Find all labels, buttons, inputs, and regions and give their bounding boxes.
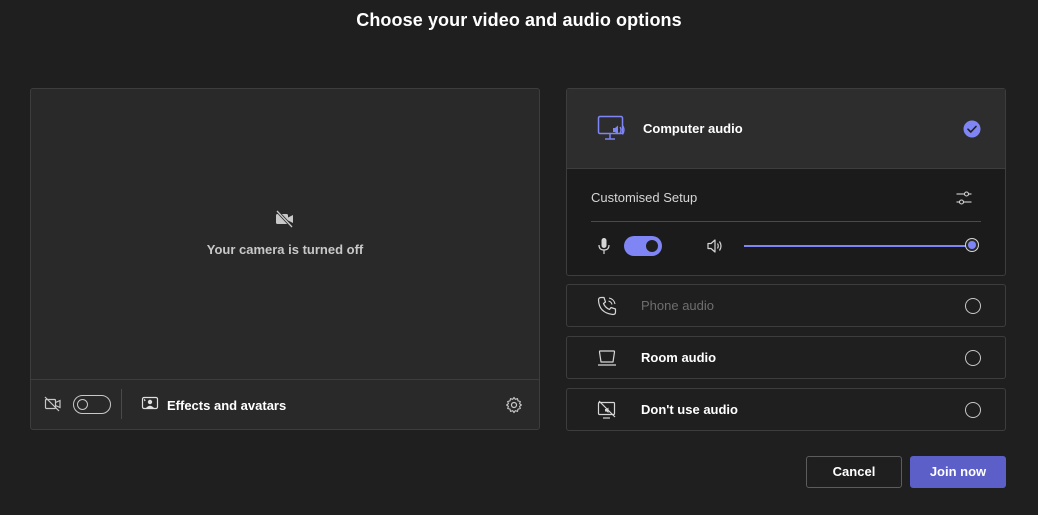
microphone-icon bbox=[597, 237, 611, 260]
video-preview: Your camera is turned off Effects and av… bbox=[30, 88, 540, 430]
page-title: Choose your video and audio options bbox=[356, 10, 682, 30]
phone-audio-label: Phone audio bbox=[641, 298, 715, 313]
microphone-toggle[interactable] bbox=[624, 236, 662, 256]
camera-off-message: Your camera is turned off bbox=[31, 209, 539, 257]
divider bbox=[591, 221, 981, 222]
room-audio-option[interactable]: Room audio bbox=[566, 336, 1006, 379]
device-settings-icon[interactable] bbox=[955, 189, 973, 212]
effects-label: Effects and avatars bbox=[167, 398, 287, 413]
room-device-icon bbox=[596, 347, 618, 374]
phone-audio-option[interactable]: Phone audio bbox=[566, 284, 1006, 327]
room-audio-label: Room audio bbox=[641, 350, 717, 365]
selected-check-icon bbox=[963, 120, 981, 143]
camera-off-icon bbox=[44, 396, 62, 417]
video-controls-bar: Effects and avatars bbox=[31, 379, 539, 429]
gear-icon[interactable] bbox=[505, 396, 523, 419]
volume-slider-thumb[interactable] bbox=[965, 238, 979, 252]
speaker-icon bbox=[706, 237, 724, 260]
join-now-button[interactable]: Join now bbox=[910, 456, 1006, 488]
computer-audio-panel: Computer audio Customised Setup bbox=[566, 88, 1006, 276]
monitor-speaker-icon bbox=[597, 115, 627, 148]
phone-icon bbox=[596, 295, 618, 322]
phone-audio-radio[interactable] bbox=[965, 298, 981, 314]
computer-audio-label: Computer audio bbox=[643, 121, 743, 136]
camera-off-icon bbox=[274, 209, 296, 234]
toggle-knob bbox=[77, 399, 88, 410]
room-audio-radio[interactable] bbox=[965, 350, 981, 366]
no-audio-option[interactable]: Don't use audio bbox=[566, 388, 1006, 431]
cancel-button[interactable]: Cancel bbox=[806, 456, 902, 488]
camera-off-text: Your camera is turned off bbox=[206, 242, 364, 257]
no-audio-label: Don't use audio bbox=[641, 402, 738, 417]
computer-audio-option[interactable]: Computer audio bbox=[567, 89, 1005, 169]
speaker-volume-slider[interactable] bbox=[744, 245, 973, 247]
divider bbox=[121, 389, 122, 419]
effects-icon bbox=[141, 395, 159, 416]
effects-and-avatars-button[interactable]: Effects and avatars bbox=[141, 395, 286, 416]
custom-setup-label: Customised Setup bbox=[591, 190, 698, 205]
camera-toggle[interactable] bbox=[73, 395, 111, 414]
no-audio-radio[interactable] bbox=[965, 402, 981, 418]
toggle-knob bbox=[646, 240, 658, 252]
no-audio-icon bbox=[596, 399, 618, 426]
